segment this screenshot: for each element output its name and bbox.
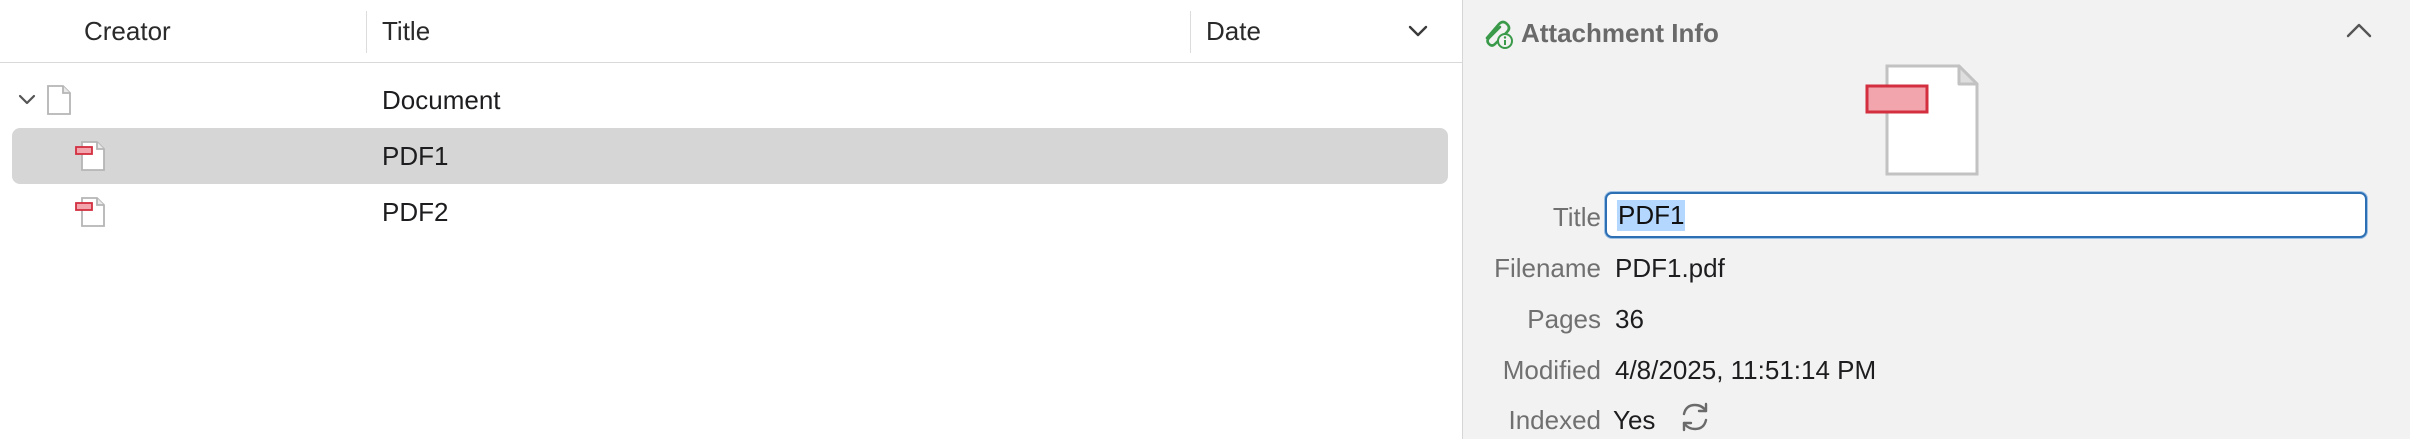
column-header-creator[interactable]: Creator <box>84 0 171 63</box>
row-title: PDF1 <box>382 140 449 171</box>
indexed-label: Indexed <box>1508 405 1601 435</box>
table-row[interactable]: Document <box>0 72 1462 128</box>
chevron-down-icon[interactable] <box>16 90 38 110</box>
title-field-value: PDF1 <box>1617 199 1686 231</box>
filename-value[interactable]: PDF1.pdf <box>1615 253 1725 284</box>
modified-label: Modified <box>1502 355 1601 385</box>
pages-value: 36 <box>1615 304 1644 334</box>
title-field[interactable]: PDF1 <box>1605 192 2367 238</box>
column-divider[interactable] <box>1190 11 1191 53</box>
pages-label: Pages <box>1527 304 1601 334</box>
attachment-info-pane: Attachment Info Title PDF1 Filename PDF1… <box>1462 0 2410 439</box>
chevron-up-icon[interactable] <box>2344 20 2374 42</box>
table-row[interactable]: PDF2 <box>0 184 1462 240</box>
column-header-bar: Creator Title Date <box>0 0 1462 63</box>
filename-label: Filename <box>1494 253 1601 283</box>
row-title: Document <box>382 84 501 115</box>
indexed-value: Yes <box>1613 405 1656 435</box>
title-label: Title <box>1552 202 1601 232</box>
column-header-title[interactable]: Title <box>382 0 430 63</box>
pdf-icon <box>75 197 105 227</box>
attachment-info-header[interactable]: Attachment Info <box>1481 14 1719 52</box>
column-divider[interactable] <box>366 11 367 53</box>
items-pane: Creator Title Date Document PDF1 PDF2 <box>0 0 1462 439</box>
table-row-selected[interactable]: PDF1 <box>0 128 1462 184</box>
paperclip-info-icon <box>1485 20 1513 49</box>
sort-chevron-down-icon[interactable] <box>1406 23 1430 39</box>
column-header-date[interactable]: Date <box>1206 0 1261 63</box>
attachment-info-title: Attachment Info <box>1521 17 1719 48</box>
modified-value: 4/8/2025, 11:51:14 PM <box>1615 355 1877 385</box>
document-icon <box>47 85 71 115</box>
row-title: PDF2 <box>382 196 449 227</box>
pdf-icon <box>75 141 105 171</box>
row-selection-highlight <box>12 128 1448 184</box>
refresh-icon[interactable] <box>1677 399 1713 435</box>
pdf-preview-icon <box>1865 64 1979 176</box>
